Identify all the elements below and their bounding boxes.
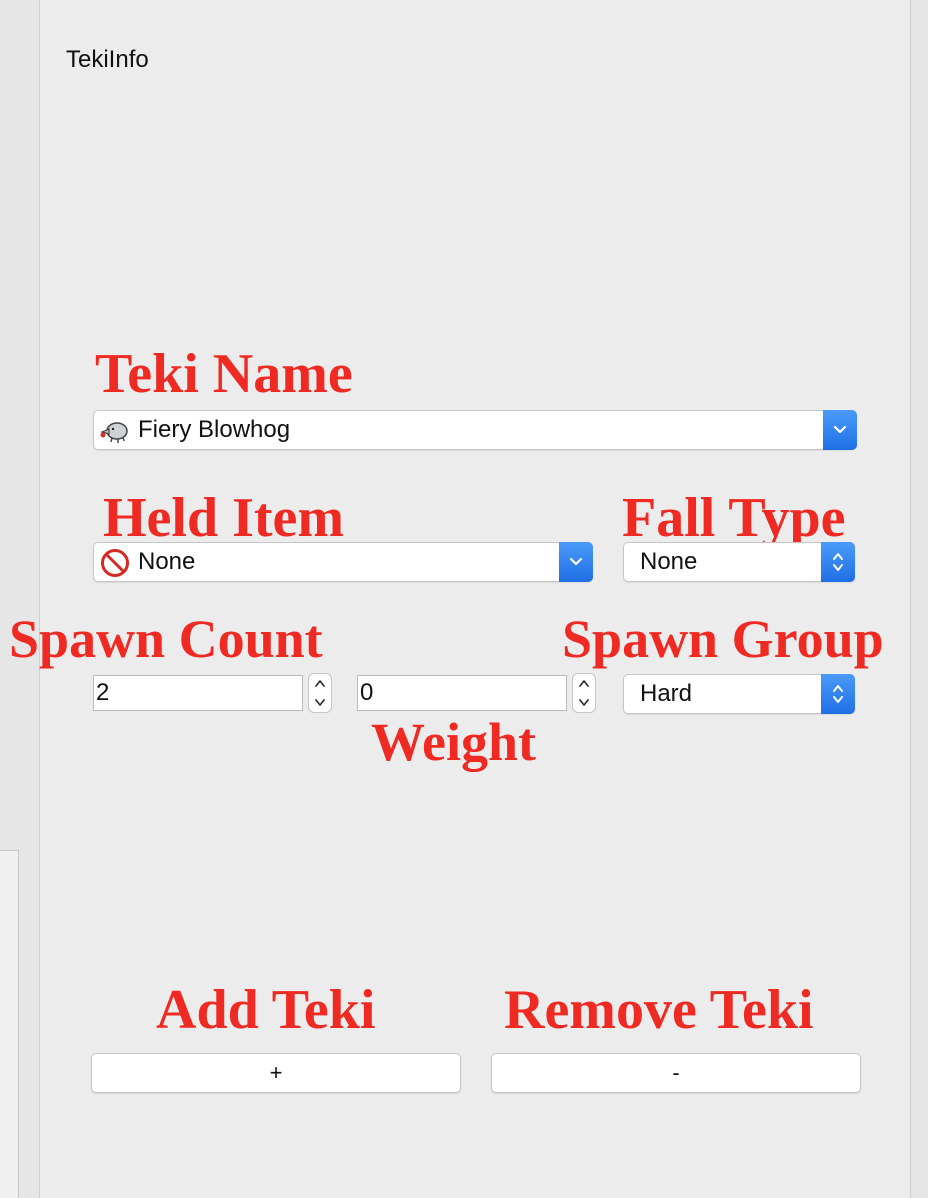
fall-type-popup[interactable]: None	[623, 542, 855, 582]
up-down-chevron-icon[interactable]	[821, 542, 855, 582]
held-item-popup[interactable]: None	[93, 542, 593, 582]
blowhog-icon	[100, 418, 128, 444]
annotation-spawn-group: Spawn Group	[562, 609, 884, 669]
weight-field[interactable]: 0	[357, 675, 567, 711]
teki-name-value: Fiery Blowhog	[138, 416, 291, 443]
annotation-add-teki: Add Teki	[156, 979, 376, 1041]
held-item-value: None	[138, 548, 196, 575]
stepper-up-icon[interactable]	[578, 679, 590, 688]
add-teki-button[interactable]: +	[91, 1053, 461, 1093]
left-list-pane	[0, 850, 19, 1198]
annotation-spawn-count: Spawn Count	[9, 609, 323, 669]
up-down-chevron-icon[interactable]	[821, 674, 855, 714]
spawn-group-popup[interactable]: Hard	[623, 674, 855, 714]
annotation-fall-type: Fall Type	[622, 487, 846, 549]
stepper-up-icon[interactable]	[314, 679, 326, 688]
spawn-count-value: 2	[96, 679, 110, 706]
stepper-down-icon[interactable]	[578, 698, 590, 707]
spawn-count-field[interactable]: 2	[93, 675, 303, 711]
annotation-remove-teki: Remove Teki	[504, 979, 814, 1041]
right-edge	[910, 0, 928, 1198]
spawn-count-stepper[interactable]	[308, 673, 332, 713]
annotation-held-item: Held Item	[103, 487, 345, 549]
teki-name-popup[interactable]: Fiery Blowhog	[93, 410, 857, 450]
annotation-teki-name: Teki Name	[95, 343, 353, 405]
panel-title: TekiInfo	[66, 46, 149, 73]
chevron-down-icon[interactable]	[559, 542, 593, 582]
prohibited-icon	[100, 548, 130, 578]
spawn-group-value: Hard	[640, 680, 693, 707]
chevron-down-icon[interactable]	[823, 410, 857, 450]
fall-type-value: None	[640, 548, 698, 575]
annotation-weight: Weight	[371, 712, 537, 772]
weight-stepper[interactable]	[572, 673, 596, 713]
weight-value: 0	[360, 679, 374, 706]
remove-teki-button[interactable]: -	[491, 1053, 861, 1093]
stepper-down-icon[interactable]	[314, 698, 326, 707]
